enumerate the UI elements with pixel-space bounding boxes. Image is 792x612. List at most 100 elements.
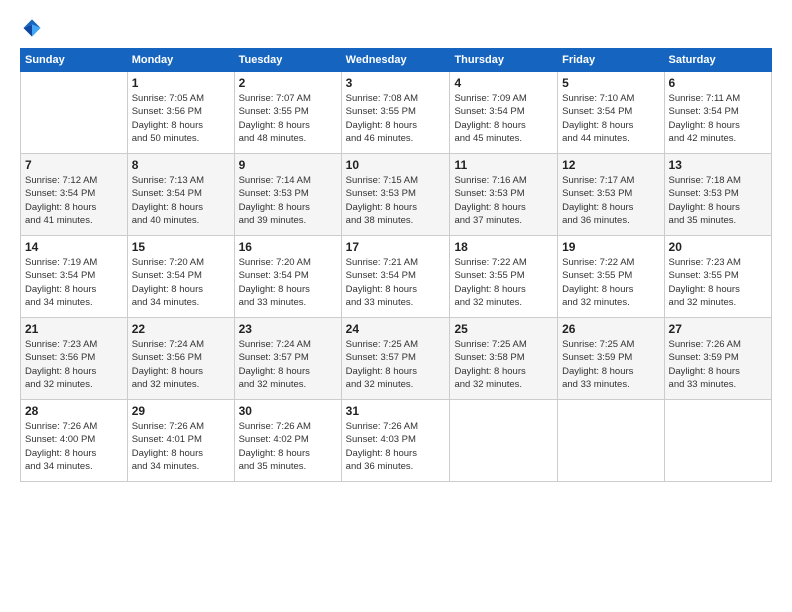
calendar-cell: 11 Sunrise: 7:16 AMSunset: 3:53 PMDayligh… <box>450 154 558 236</box>
day-info: Sunrise: 7:22 AMSunset: 3:55 PMDaylight:… <box>562 256 659 309</box>
calendar-week-4: 21Sunrise: 7:23 AMSunset: 3:56 PMDayligh… <box>21 318 772 400</box>
calendar-cell: 20 Sunrise: 7:23 AMSunset: 3:55 PMDayligh… <box>664 236 771 318</box>
calendar-cell: 6 Sunrise: 7:11 AMSunset: 3:54 PMDaylight… <box>664 72 771 154</box>
day-info: Sunrise: 7:10 AMSunset: 3:54 PMDaylight:… <box>562 92 659 145</box>
logo <box>20 16 48 40</box>
weekday-row: SundayMondayTuesdayWednesdayThursdayFrid… <box>21 49 772 72</box>
calendar-cell <box>21 72 128 154</box>
weekday-header-monday: Monday <box>127 49 234 72</box>
day-info: Sunrise: 7:05 AMSunset: 3:56 PMDaylight:… <box>132 92 230 145</box>
calendar-cell: 13 Sunrise: 7:18 AMSunset: 3:53 PMDayligh… <box>664 154 771 236</box>
day-info: Sunrise: 7:26 AMSunset: 4:03 PMDaylight:… <box>346 420 446 473</box>
calendar-cell: 17 Sunrise: 7:21 AMSunset: 3:54 PMDayligh… <box>341 236 450 318</box>
day-info: Sunrise: 7:11 AMSunset: 3:54 PMDaylight:… <box>669 92 767 145</box>
day-number: 12 <box>562 158 659 172</box>
day-info: Sunrise: 7:20 AMSunset: 3:54 PMDaylight:… <box>239 256 337 309</box>
calendar-cell: 31 Sunrise: 7:26 AMSunset: 4:03 PMDayligh… <box>341 400 450 482</box>
day-number: 25 <box>454 322 553 336</box>
day-info: Sunrise: 7:16 AMSunset: 3:53 PMDaylight:… <box>454 174 553 227</box>
calendar-cell: 3 Sunrise: 7:08 AMSunset: 3:55 PMDaylight… <box>341 72 450 154</box>
day-info: Sunrise: 7:07 AMSunset: 3:55 PMDaylight:… <box>239 92 337 145</box>
day-info: Sunrise: 7:08 AMSunset: 3:55 PMDaylight:… <box>346 92 446 145</box>
day-number: 27 <box>669 322 767 336</box>
day-info: Sunrise: 7:15 AMSunset: 3:53 PMDaylight:… <box>346 174 446 227</box>
calendar-cell: 12 Sunrise: 7:17 AMSunset: 3:53 PMDayligh… <box>558 154 664 236</box>
calendar-cell: 5 Sunrise: 7:10 AMSunset: 3:54 PMDaylight… <box>558 72 664 154</box>
day-number: 19 <box>562 240 659 254</box>
calendar-cell: 29 Sunrise: 7:26 AMSunset: 4:01 PMDayligh… <box>127 400 234 482</box>
day-info: Sunrise: 7:23 AMSunset: 3:55 PMDaylight:… <box>669 256 767 309</box>
day-info: Sunrise: 7:24 AMSunset: 3:57 PMDaylight:… <box>239 338 337 391</box>
day-info: Sunrise: 7:13 AMSunset: 3:54 PMDaylight:… <box>132 174 230 227</box>
day-number: 29 <box>132 404 230 418</box>
calendar-cell: 2 Sunrise: 7:07 AMSunset: 3:55 PMDaylight… <box>234 72 341 154</box>
day-info: Sunrise: 7:26 AMSunset: 4:02 PMDaylight:… <box>239 420 337 473</box>
day-info: Sunrise: 7:25 AMSunset: 3:58 PMDaylight:… <box>454 338 553 391</box>
calendar-cell: 21Sunrise: 7:23 AMSunset: 3:56 PMDayligh… <box>21 318 128 400</box>
calendar-cell: 1 Sunrise: 7:05 AMSunset: 3:56 PMDaylight… <box>127 72 234 154</box>
day-number: 5 <box>562 76 659 90</box>
weekday-header-tuesday: Tuesday <box>234 49 341 72</box>
calendar-body: 1 Sunrise: 7:05 AMSunset: 3:56 PMDaylight… <box>21 72 772 482</box>
calendar-cell: 30Sunrise: 7:26 AMSunset: 4:02 PMDayligh… <box>234 400 341 482</box>
calendar-header: SundayMondayTuesdayWednesdayThursdayFrid… <box>21 49 772 72</box>
calendar-week-3: 14Sunrise: 7:19 AMSunset: 3:54 PMDayligh… <box>21 236 772 318</box>
calendar-cell: 23 Sunrise: 7:24 AMSunset: 3:57 PMDayligh… <box>234 318 341 400</box>
calendar-cell <box>558 400 664 482</box>
calendar-week-2: 7 Sunrise: 7:12 AMSunset: 3:54 PMDaylight… <box>21 154 772 236</box>
calendar-table: SundayMondayTuesdayWednesdayThursdayFrid… <box>20 48 772 482</box>
day-number: 17 <box>346 240 446 254</box>
day-info: Sunrise: 7:09 AMSunset: 3:54 PMDaylight:… <box>454 92 553 145</box>
day-number: 20 <box>669 240 767 254</box>
day-info: Sunrise: 7:22 AMSunset: 3:55 PMDaylight:… <box>454 256 553 309</box>
calendar-cell <box>450 400 558 482</box>
calendar-cell: 22 Sunrise: 7:24 AMSunset: 3:56 PMDayligh… <box>127 318 234 400</box>
calendar-cell: 10Sunrise: 7:15 AMSunset: 3:53 PMDayligh… <box>341 154 450 236</box>
calendar-cell: 4 Sunrise: 7:09 AMSunset: 3:54 PMDaylight… <box>450 72 558 154</box>
day-number: 1 <box>132 76 230 90</box>
day-number: 6 <box>669 76 767 90</box>
day-number: 31 <box>346 404 446 418</box>
calendar-cell: 24Sunrise: 7:25 AMSunset: 3:57 PMDayligh… <box>341 318 450 400</box>
day-info: Sunrise: 7:25 AMSunset: 3:57 PMDaylight:… <box>346 338 446 391</box>
calendar-cell: 28 Sunrise: 7:26 AMSunset: 4:00 PMDayligh… <box>21 400 128 482</box>
page-header <box>20 16 772 40</box>
calendar-cell: 14Sunrise: 7:19 AMSunset: 3:54 PMDayligh… <box>21 236 128 318</box>
day-info: Sunrise: 7:12 AMSunset: 3:54 PMDaylight:… <box>25 174 123 227</box>
day-number: 22 <box>132 322 230 336</box>
weekday-header-thursday: Thursday <box>450 49 558 72</box>
day-info: Sunrise: 7:18 AMSunset: 3:53 PMDaylight:… <box>669 174 767 227</box>
calendar-cell: 25 Sunrise: 7:25 AMSunset: 3:58 PMDayligh… <box>450 318 558 400</box>
day-info: Sunrise: 7:26 AMSunset: 4:01 PMDaylight:… <box>132 420 230 473</box>
calendar-week-1: 1 Sunrise: 7:05 AMSunset: 3:56 PMDaylight… <box>21 72 772 154</box>
logo-icon <box>20 16 44 40</box>
day-number: 21 <box>25 322 123 336</box>
calendar-cell: 27Sunrise: 7:26 AMSunset: 3:59 PMDayligh… <box>664 318 771 400</box>
day-number: 11 <box>454 158 553 172</box>
day-number: 4 <box>454 76 553 90</box>
day-info: Sunrise: 7:25 AMSunset: 3:59 PMDaylight:… <box>562 338 659 391</box>
day-info: Sunrise: 7:19 AMSunset: 3:54 PMDaylight:… <box>25 256 123 309</box>
day-info: Sunrise: 7:17 AMSunset: 3:53 PMDaylight:… <box>562 174 659 227</box>
day-number: 13 <box>669 158 767 172</box>
day-number: 7 <box>25 158 123 172</box>
day-number: 8 <box>132 158 230 172</box>
day-number: 28 <box>25 404 123 418</box>
day-number: 2 <box>239 76 337 90</box>
calendar-cell: 16 Sunrise: 7:20 AMSunset: 3:54 PMDayligh… <box>234 236 341 318</box>
day-info: Sunrise: 7:26 AMSunset: 4:00 PMDaylight:… <box>25 420 123 473</box>
day-number: 23 <box>239 322 337 336</box>
day-number: 3 <box>346 76 446 90</box>
calendar-cell: 15Sunrise: 7:20 AMSunset: 3:54 PMDayligh… <box>127 236 234 318</box>
weekday-header-friday: Friday <box>558 49 664 72</box>
weekday-header-wednesday: Wednesday <box>341 49 450 72</box>
day-number: 16 <box>239 240 337 254</box>
calendar-cell: 9 Sunrise: 7:14 AMSunset: 3:53 PMDaylight… <box>234 154 341 236</box>
day-info: Sunrise: 7:21 AMSunset: 3:54 PMDaylight:… <box>346 256 446 309</box>
calendar-cell: 18Sunrise: 7:22 AMSunset: 3:55 PMDayligh… <box>450 236 558 318</box>
day-info: Sunrise: 7:14 AMSunset: 3:53 PMDaylight:… <box>239 174 337 227</box>
calendar-cell: 19 Sunrise: 7:22 AMSunset: 3:55 PMDayligh… <box>558 236 664 318</box>
weekday-header-sunday: Sunday <box>21 49 128 72</box>
day-info: Sunrise: 7:24 AMSunset: 3:56 PMDaylight:… <box>132 338 230 391</box>
day-number: 9 <box>239 158 337 172</box>
